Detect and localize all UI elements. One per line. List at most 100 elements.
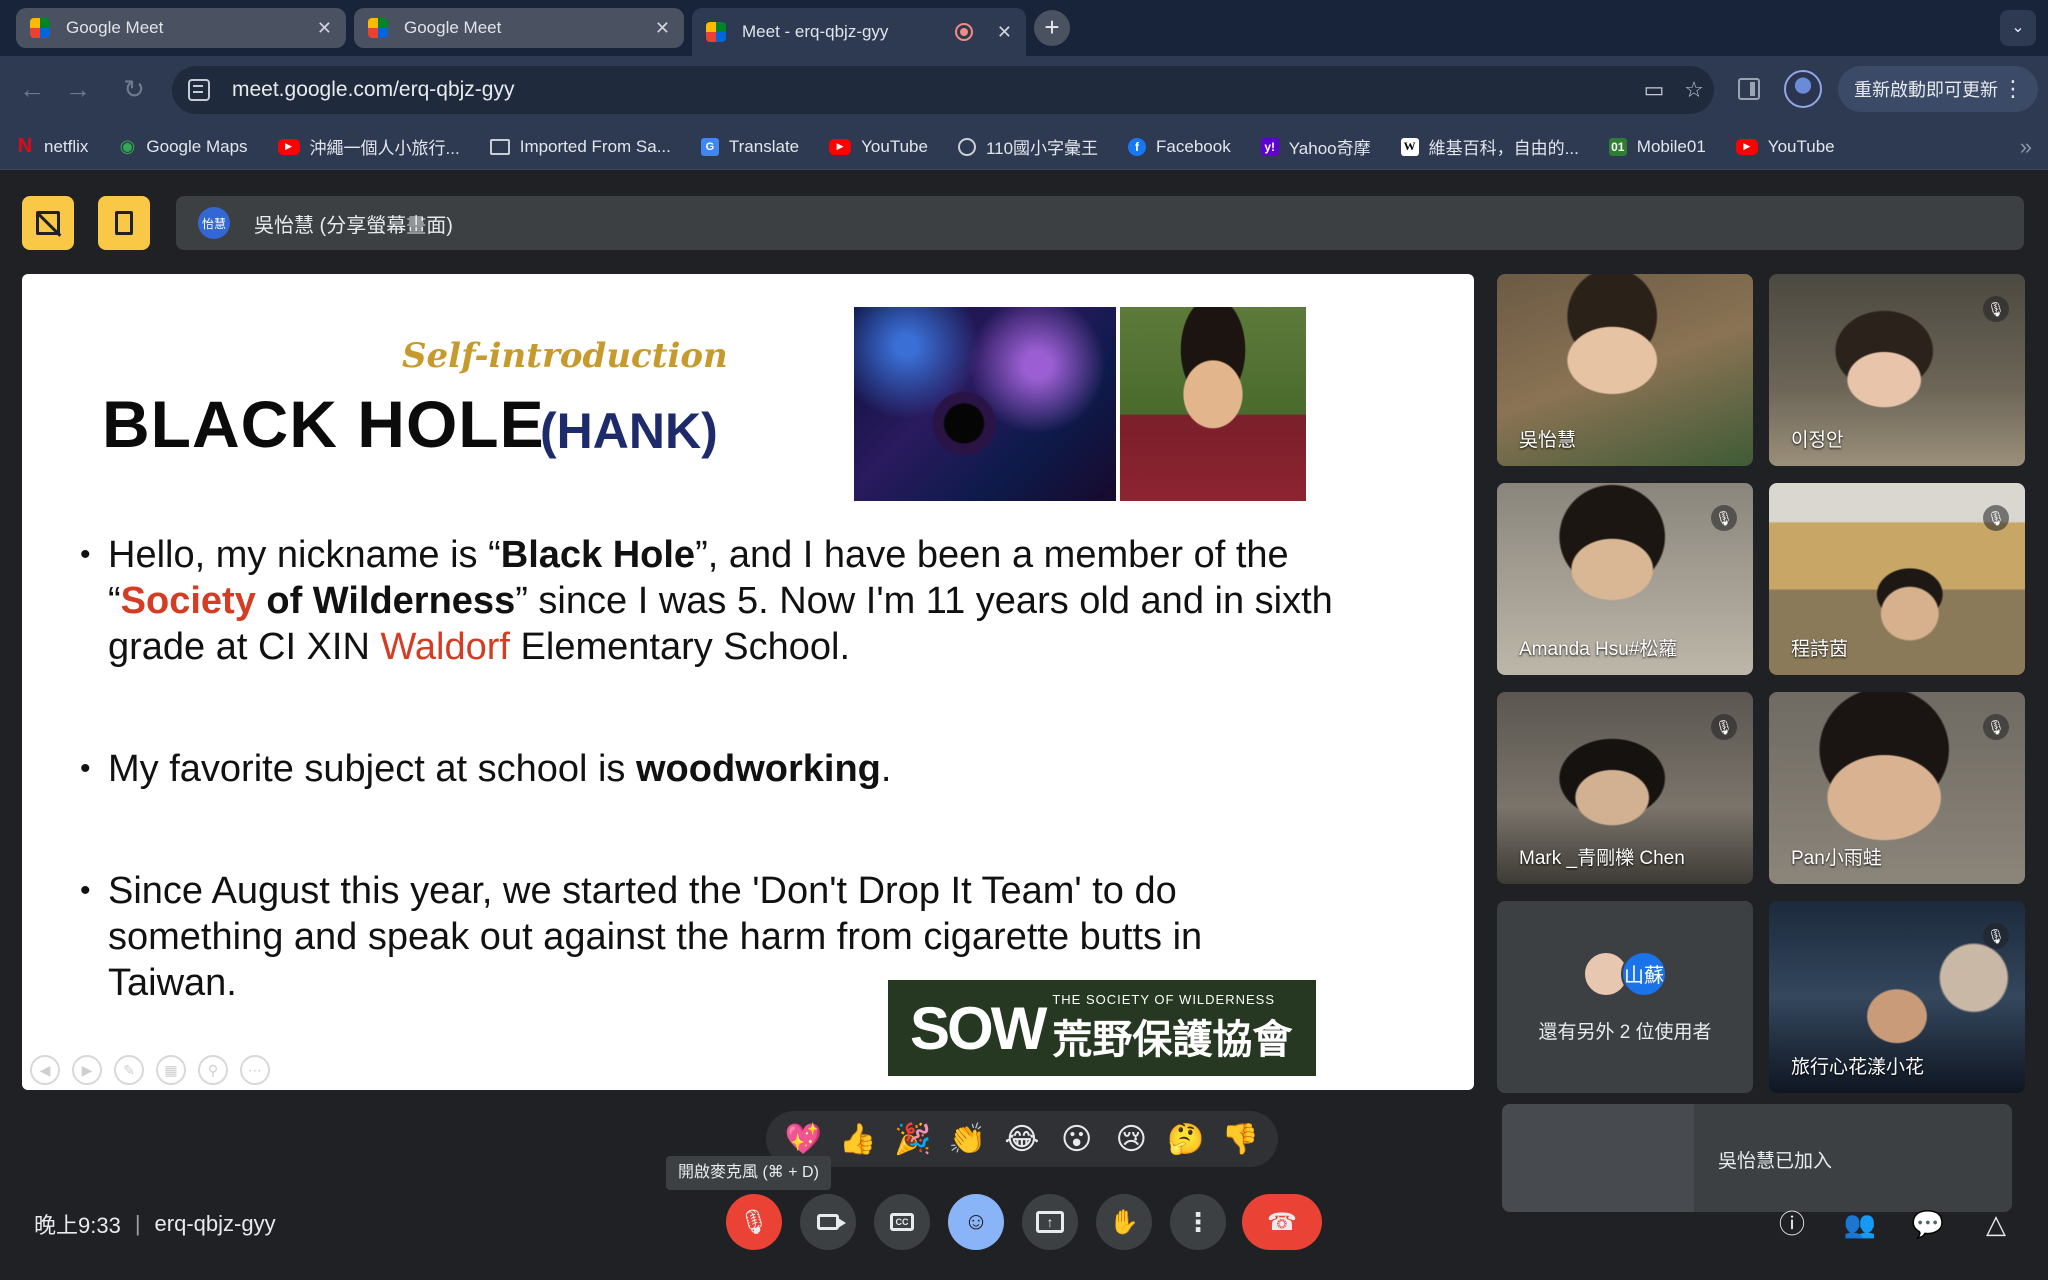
participant-name: Amanda Hsu#松蘿 [1519,639,1678,660]
site-info-icon[interactable] [188,79,210,101]
bookmark-wikipedia[interactable]: W 維基百科，自由的... [1400,134,1579,159]
leave-call-button[interactable]: ☎ [1242,1194,1322,1250]
participant-tile[interactable]: 🎙 Amanda Hsu#松蘿 [1497,483,1753,675]
party-popper-emoji[interactable]: 🎉 [890,1122,936,1157]
tab-google-meet-1[interactable]: Google Meet ✕ [16,8,346,48]
bookmark-vocab[interactable]: 110國小字彙王 [957,134,1098,159]
bookmark-facebook[interactable]: f Facebook [1128,137,1231,157]
bookmark-mobile01[interactable]: 01 Mobile01 [1608,137,1706,157]
close-tab-icon[interactable]: ✕ [997,22,1012,43]
tab-meet-active[interactable]: Meet - erq-qbjz-gyy ✕ [692,8,1026,56]
bookmark-okinawa[interactable]: ▶ 沖繩一個人小旅行... [277,134,460,159]
thinking-emoji[interactable]: 🤔 [1163,1122,1209,1157]
bookmark-yahoo[interactable]: y! Yahoo奇摩 [1260,134,1371,159]
raise-hand-button[interactable]: ✋ [1096,1194,1152,1250]
meeting-code: erq-qbjz-gyy [154,1211,276,1236]
bookmark-netflix[interactable]: Nnetflix [16,135,89,157]
slides-grid-icon[interactable]: ▦ [156,1055,186,1085]
mic-off-icon: 🎙 [738,1208,770,1236]
pen-icon[interactable]: ✎ [114,1055,144,1085]
participant-tile[interactable]: 🎙 旅行心花漾小花 [1769,901,2025,1093]
side-panel-icon[interactable] [1738,78,1760,100]
new-tab-button[interactable]: + [1034,10,1070,46]
yahoo-icon: y! [1260,137,1279,156]
participant-name: Pan小雨蛙 [1791,848,1882,869]
present-screen-button[interactable]: ↑ [1022,1194,1078,1250]
profile-avatar[interactable] [1784,70,1822,108]
next-slide-icon[interactable]: ▶ [72,1055,102,1085]
more-options-button[interactable]: ⋮ [1170,1194,1226,1250]
bookmarks-overflow-icon[interactable]: » [2020,134,2032,160]
activities-icon[interactable]: △ [1978,1206,2014,1242]
bullet-text: Hello, my nickname is “Black Hole”, and … [108,534,1333,668]
laughing-emoji[interactable]: 😂 [999,1122,1045,1157]
prev-slide-icon[interactable]: ◀ [30,1055,60,1085]
participant-tile[interactable]: 🎙 Mark _青剛櫟 Chen [1497,692,1753,884]
bookmark-star-icon[interactable]: ☆ [1674,77,1714,103]
url-text[interactable]: meet.google.com/erq-qbjz-gyy [232,78,1634,102]
thumbs-up-emoji[interactable]: 👍 [835,1122,881,1157]
captions-button[interactable]: CC [874,1194,930,1250]
sow-mark: SOW [910,994,1047,1062]
thumbs-down-emoji[interactable]: 👎 [1218,1122,1264,1157]
participant-name: 吳怡慧 [1519,430,1577,451]
participant-tile[interactable]: 🎙 Pan小雨蛙 [1769,692,2025,884]
mic-toggle-button[interactable]: 🎙 [726,1194,782,1250]
slide-heading-name: (HANK) [540,403,718,459]
crying-emoji[interactable]: 😢 [1108,1122,1154,1157]
maps-pin-icon: ◉ [119,136,136,156]
tab-search-chevron-icon[interactable]: ⌄ [2000,10,2036,46]
sparkling-heart-emoji[interactable]: 💖 [780,1122,826,1157]
tab-title: Meet - erq-qbjz-gyy [742,22,889,41]
bookmark-label: netflix [44,136,89,156]
surprised-emoji[interactable]: 😮 [1054,1122,1100,1157]
presenter-banner: 怡慧 吳怡慧 (分享螢幕畫面) [176,196,2024,250]
tab-google-meet-2[interactable]: Google Meet ✕ [354,8,684,48]
mic-tooltip: 開啟麥克風 (⌘ + D) [666,1156,831,1190]
participant-tile[interactable]: 🎙 程詩茵 [1769,483,2025,675]
bookmark-youtube[interactable]: ▶ YouTube [829,137,928,157]
bookmark-youtube-2[interactable]: ▶ YouTube [1735,137,1835,157]
more-options-icon[interactable]: ⋯ [240,1055,270,1085]
layout-button[interactable] [98,196,150,250]
clapping-emoji[interactable]: 👏 [944,1122,990,1157]
menu-dots-icon[interactable]: ⋮ [2002,76,2024,102]
bookmark-imported-folder[interactable]: Imported From Sa... [489,137,671,157]
bookmark-label: 維基百科，自由的... [1428,139,1579,158]
close-tab-icon[interactable]: ✕ [317,18,332,39]
hang-up-icon: ☎ [1267,1208,1297,1236]
chat-icon[interactable]: 💬 [1910,1206,1946,1242]
people-icon[interactable]: 👥 [1842,1206,1878,1242]
meeting-details-icon[interactable]: ⓘ [1774,1206,1810,1242]
zoom-icon[interactable]: ⚲ [198,1055,228,1085]
other-participants-tile[interactable]: 山蘇 還有另外 2 位使用者 [1497,901,1753,1093]
camera-toggle-button[interactable] [800,1194,856,1250]
reactions-button[interactable]: ☺ [948,1194,1004,1250]
bullet-nickname: • Hello, my nickname is “Black Hole”, an… [80,532,1400,670]
mic-off-icon: 🎙 [1983,714,2009,740]
bookmark-google-maps[interactable]: ◉ Google Maps [118,136,248,157]
participant-tile[interactable]: 🎙 이정안 [1769,274,2025,466]
black-hole-image [854,307,1116,501]
back-arrow-icon[interactable]: ← [16,74,48,105]
address-bar[interactable]: meet.google.com/erq-qbjz-gyy ▭ ☆ [172,66,1714,114]
reload-icon[interactable]: ↻ [118,74,150,105]
relaunch-update-button[interactable]: 重新啟動即可更新 ⋮ [1838,66,2038,112]
hide-presentation-button[interactable] [22,196,74,250]
presentation-off-icon [36,211,60,235]
close-tab-icon[interactable]: ✕ [655,18,670,39]
door-layout-icon [115,211,133,235]
bullet-dot-icon: • [80,538,91,571]
bookmark-translate[interactable]: G Translate [700,137,799,157]
meeting-info: 晚上9:33 | erq-qbjz-gyy [34,1208,276,1240]
shared-slide: Self-introduction BLACK HOLE (HANK) • He… [22,274,1474,1090]
other-participants-label: 還有另外 2 位使用者 [1538,1021,1712,1043]
participant-name: 이정안 [1791,430,1844,451]
translate-icon: G [700,137,719,156]
participant-tile[interactable]: 吳怡慧 [1497,274,1753,466]
forward-arrow-icon[interactable]: → [62,74,94,105]
camera-blocked-icon[interactable]: ▭ [1634,77,1674,103]
mic-off-icon: 🎙 [1983,296,2009,322]
captions-icon: CC [890,1213,914,1231]
avatar: 山蘇 [1621,950,1667,997]
